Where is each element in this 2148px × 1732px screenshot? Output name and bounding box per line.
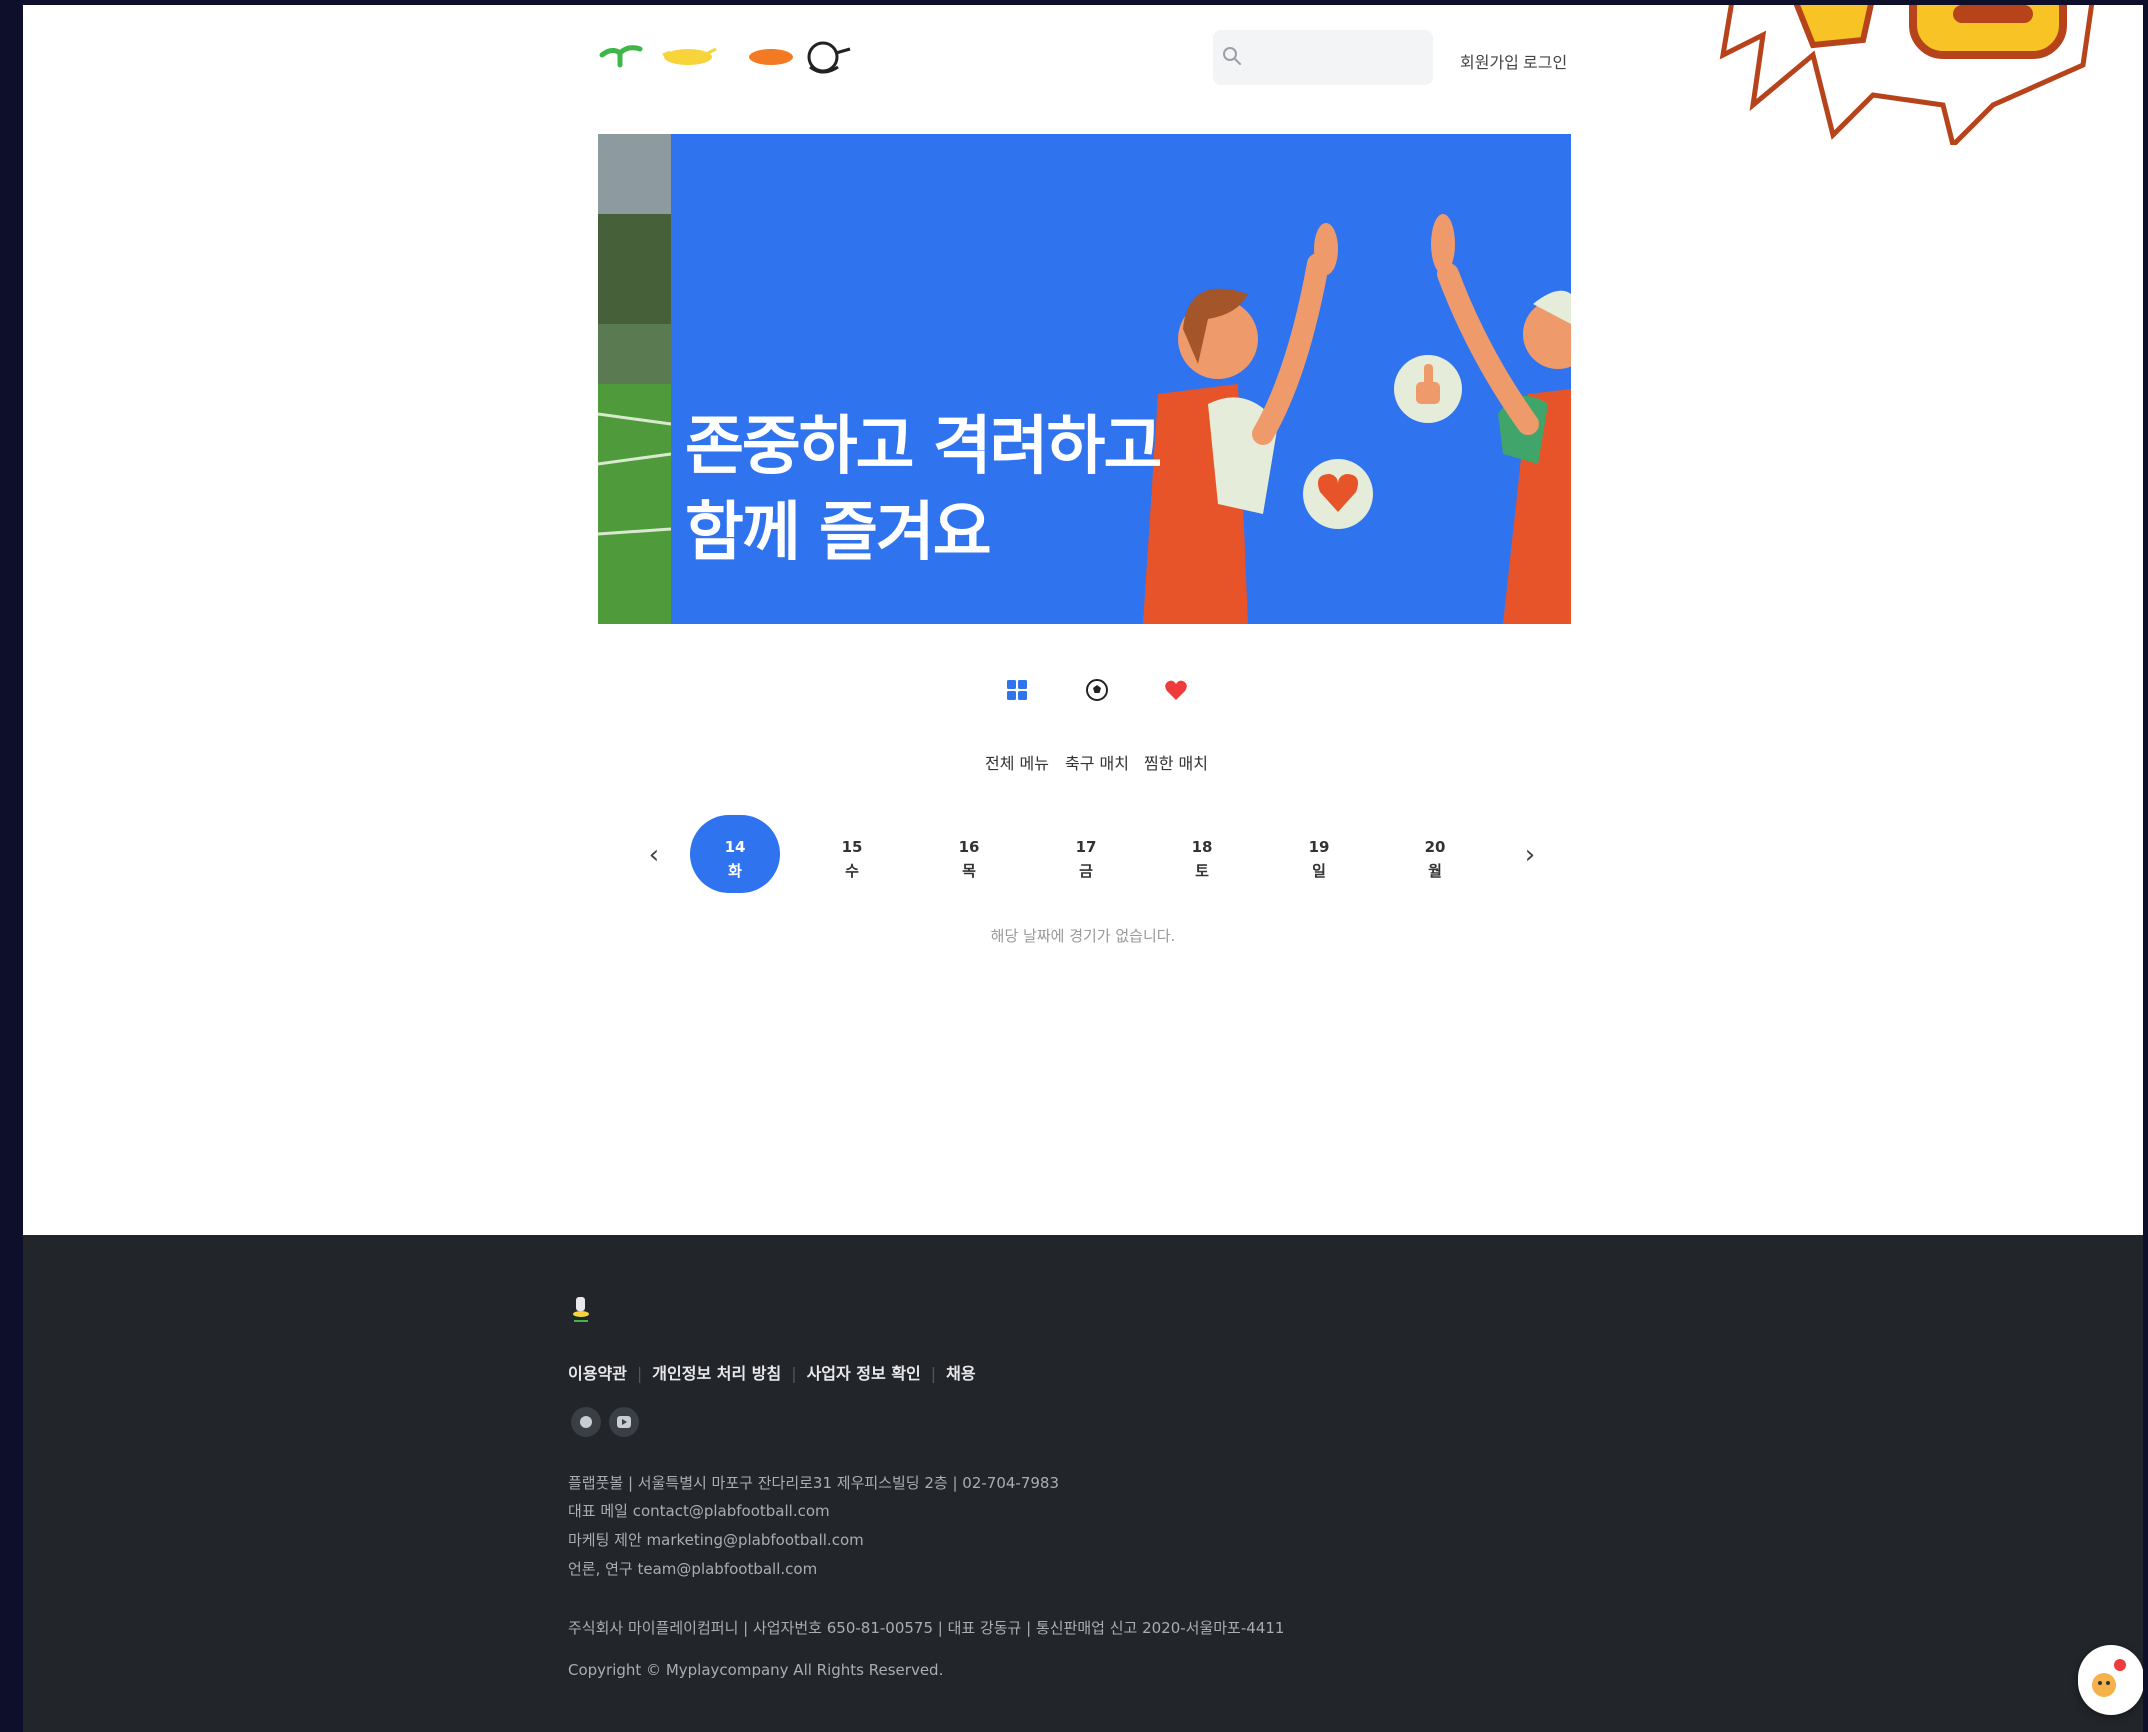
chat-button[interactable] bbox=[2078, 1645, 2143, 1715]
search-icon bbox=[1223, 47, 1241, 65]
event-burst-graphic bbox=[1719, 5, 2095, 145]
date-item[interactable]: 17 금 bbox=[1041, 815, 1131, 893]
footer-link-careers[interactable]: 채용 bbox=[946, 1364, 975, 1383]
marketing-email: 마케팅 제안 marketing@plabfootball.com bbox=[568, 1531, 864, 1549]
date-number: 14 bbox=[724, 838, 746, 856]
date-weekday: 월 bbox=[1428, 862, 1442, 880]
chat-mascot-icon bbox=[2092, 1659, 2126, 1697]
copyright: Copyright © Myplaycompany All Rights Res… bbox=[568, 1661, 944, 1679]
date-item[interactable]: 18 토 bbox=[1157, 815, 1247, 893]
banner-headline: 존중하고 격려하고 함께 즐겨요 bbox=[685, 404, 1162, 576]
press-email: 언론, 연구 team@plabfootball.com bbox=[568, 1560, 818, 1578]
date-number: 20 bbox=[1424, 838, 1446, 856]
signup-link[interactable]: 회원가입 bbox=[1460, 49, 1519, 73]
date-weekday: 목 bbox=[962, 862, 976, 880]
youtube-icon bbox=[617, 1416, 631, 1428]
business-registration: 주식회사 마이플레이컴퍼니 | 사업자번호 650-81-00575 | 대표 … bbox=[568, 1619, 1285, 1637]
footer: 이용약관 | 개인정보 처리 방침 | 사업자 정보 확인 | 채용 플랩풋볼 | 서울특별… bbox=[23, 1235, 2143, 1732]
next-week-button[interactable]: › bbox=[1515, 840, 1545, 870]
footer-logo bbox=[573, 1297, 589, 1322]
banner-line-2: 함께 즐겨요 bbox=[685, 496, 992, 570]
prev-week-button[interactable]: ‹ bbox=[639, 840, 669, 870]
date-weekday: 일 bbox=[1312, 862, 1326, 880]
company-address: 플랩풋볼 | 서울특별시 마포구 잔다리로31 제우피스빌딩 2층 | 02-7… bbox=[568, 1474, 1060, 1492]
footer-link-terms[interactable]: 이용약관 bbox=[568, 1364, 627, 1383]
youtube-button[interactable] bbox=[609, 1407, 639, 1437]
date-item[interactable]: 19 일 bbox=[1274, 815, 1364, 893]
date-item[interactable]: 15 수 bbox=[807, 815, 897, 893]
menu-liked-label: 찜한 매치 bbox=[1144, 754, 1208, 773]
search-input[interactable] bbox=[1213, 30, 1433, 85]
footer-links: 이용약관 | 개인정보 처리 방침 | 사업자 정보 확인 | 채용 bbox=[568, 1360, 976, 1384]
date-number: 17 bbox=[1075, 838, 1097, 856]
date-weekday: 금 bbox=[1079, 862, 1093, 880]
date-number: 18 bbox=[1191, 838, 1213, 856]
login-link[interactable]: 로그인 bbox=[1523, 49, 1567, 73]
date-number: 16 bbox=[958, 838, 980, 856]
plab-logo[interactable] bbox=[598, 37, 858, 82]
heart-icon bbox=[1126, 670, 1226, 710]
hero-banner[interactable]: 존중하고 격려하고 함께 즐겨요 bbox=[598, 134, 1571, 624]
date-number: 15 bbox=[841, 838, 863, 856]
instagram-button[interactable] bbox=[571, 1407, 601, 1437]
date-item[interactable]: 16 목 bbox=[924, 815, 1014, 893]
date-weekday: 토 bbox=[1195, 862, 1209, 880]
date-weekday: 화 bbox=[728, 862, 742, 880]
banner-line-1: 존중하고 격려하고 bbox=[685, 410, 1162, 484]
divider: | bbox=[930, 1364, 937, 1383]
contact-email: 대표 메일 contact@plabfootball.com bbox=[568, 1502, 830, 1520]
no-match-message: 해당 날짜에 경기가 없습니다. bbox=[990, 927, 1176, 945]
instagram-icon bbox=[580, 1416, 592, 1428]
footer-link-privacy[interactable]: 개인정보 처리 방침 bbox=[652, 1364, 781, 1383]
date-number: 19 bbox=[1308, 838, 1330, 856]
date-item[interactable]: 14 화 bbox=[690, 815, 780, 893]
footer-link-business-info[interactable]: 사업자 정보 확인 bbox=[807, 1364, 921, 1383]
divider: | bbox=[636, 1364, 643, 1383]
date-item[interactable]: 20 월 bbox=[1390, 815, 1480, 893]
divider: | bbox=[791, 1364, 797, 1383]
menu-liked-match[interactable]: 찜한 매치 bbox=[1126, 670, 1226, 774]
page-frame: 회원가입 로그인 존중하고 격려하고 함께 즐겨요 전체 메뉴 축구 매치 찜한… bbox=[23, 5, 2143, 1732]
date-weekday: 수 bbox=[845, 862, 859, 880]
